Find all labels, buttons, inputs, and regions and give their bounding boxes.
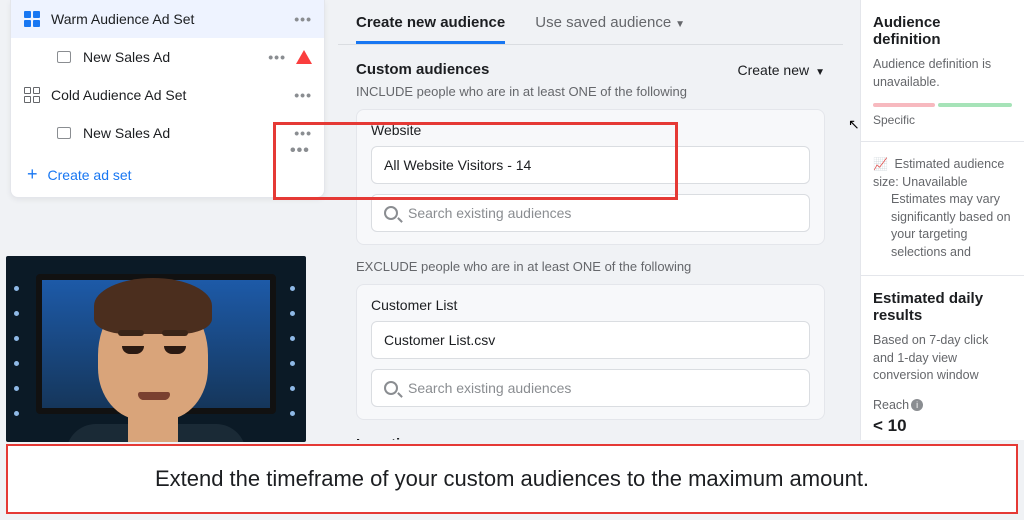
reach-label: Reach xyxy=(873,398,909,412)
custom-audiences-heading: Custom audiences xyxy=(356,61,489,78)
video-caption: Extend the timeframe of your custom audi… xyxy=(6,444,1018,514)
chart-icon: 📈 xyxy=(873,156,887,173)
est-size-sub: Estimates may vary significantly based o… xyxy=(891,191,1012,261)
warning-icon xyxy=(296,50,312,64)
tab-saved-audience[interactable]: Use saved audience ▼ xyxy=(535,14,685,44)
more-icon[interactable]: ••• xyxy=(268,49,286,65)
chevron-down-icon: ▼ xyxy=(815,67,825,78)
campaign-tree: Warm Audience Ad Set ••• New Sales Ad ••… xyxy=(10,0,325,198)
include-audience-chip[interactable]: All Website Visitors - 14 xyxy=(371,146,810,184)
more-icon[interactable]: ••• xyxy=(294,11,312,27)
chip-label: Customer List.csv xyxy=(384,332,495,348)
tab-create-audience[interactable]: Create new audience xyxy=(356,14,505,44)
more-icon[interactable]: ••• xyxy=(290,142,310,160)
reach-value: < 10 xyxy=(873,416,1012,436)
cursor-icon: ↖ xyxy=(848,116,860,133)
plus-icon: + xyxy=(27,164,38,185)
search-placeholder: Search existing audiences xyxy=(408,380,571,396)
tab-label: Create new audience xyxy=(356,14,505,31)
exclude-audience-chip[interactable]: Customer List.csv xyxy=(371,321,810,359)
create-adset-button[interactable]: + Create ad set xyxy=(11,152,324,197)
ad-icon xyxy=(55,48,73,66)
chip-label: All Website Visitors - 14 xyxy=(384,157,531,173)
ad-row-2[interactable]: New Sales Ad ••• xyxy=(11,114,324,152)
daily-results-sub: Based on 7-day click and 1-day view conv… xyxy=(873,332,1012,385)
tab-label: Use saved audience xyxy=(535,14,671,31)
info-icon[interactable]: i xyxy=(911,399,923,411)
adset-row-warm[interactable]: Warm Audience Ad Set ••• xyxy=(11,0,324,38)
adset-label: Cold Audience Ad Set xyxy=(51,87,186,103)
audience-def-text: Audience definition is unavailable. xyxy=(873,56,1012,91)
ad-label: New Sales Ad xyxy=(83,49,170,65)
adset-label: Warm Audience Ad Set xyxy=(51,11,194,27)
right-estimate-panel: Audience definition Audience definition … xyxy=(860,0,1024,440)
daily-results-heading: Estimated daily results xyxy=(873,290,1012,324)
search-icon xyxy=(384,381,398,395)
exclude-card: Customer List Customer List.csv Search e… xyxy=(356,284,825,420)
specific-label: Specific xyxy=(873,113,1012,127)
ad-icon xyxy=(55,124,73,142)
chevron-down-icon: ▼ xyxy=(675,19,685,30)
main-panel: Create new audience Use saved audience▼ … xyxy=(338,0,843,440)
include-card: Website All Website Visitors - 14 Search… xyxy=(356,109,825,245)
grid-icon xyxy=(23,86,41,104)
search-icon xyxy=(384,206,398,220)
ad-label: New Sales Ad xyxy=(83,125,170,141)
locations-heading: Locations xyxy=(356,436,825,440)
exclude-search-input[interactable]: Search existing audiences xyxy=(371,369,810,407)
audience-gauge xyxy=(873,103,1012,107)
adset-row-cold[interactable]: Cold Audience Ad Set ••• xyxy=(11,76,324,114)
caption-text: Extend the timeframe of your custom audi… xyxy=(155,466,869,492)
create-new-dropdown[interactable]: Create new ▼ xyxy=(738,62,826,78)
exclude-text: EXCLUDE people who are in at least ONE o… xyxy=(356,259,825,274)
est-size-label: Estimated audience size: Unavailable xyxy=(873,157,1004,189)
more-icon[interactable]: ••• xyxy=(294,87,312,103)
create-new-label: Create new xyxy=(738,62,810,78)
presenter-webcam xyxy=(6,256,306,442)
audience-tabs: Create new audience Use saved audience ▼ xyxy=(338,0,843,45)
include-text: INCLUDE people who are in at least ONE o… xyxy=(356,84,825,99)
reach-label-row: Reachi xyxy=(873,397,1012,415)
audience-def-heading: Audience definition xyxy=(873,14,1012,48)
grid-icon xyxy=(23,10,41,28)
more-icon[interactable]: ••• xyxy=(294,125,312,141)
est-size-row: 📈 Estimated audience size: Unavailable xyxy=(873,156,1012,191)
search-placeholder: Search existing audiences xyxy=(408,205,571,221)
create-adset-label: Create ad set xyxy=(48,167,132,183)
include-group-label: Website xyxy=(371,122,810,138)
exclude-group-label: Customer List xyxy=(371,297,810,313)
include-search-input[interactable]: Search existing audiences xyxy=(371,194,810,232)
ad-row-1[interactable]: New Sales Ad ••• xyxy=(11,38,324,76)
